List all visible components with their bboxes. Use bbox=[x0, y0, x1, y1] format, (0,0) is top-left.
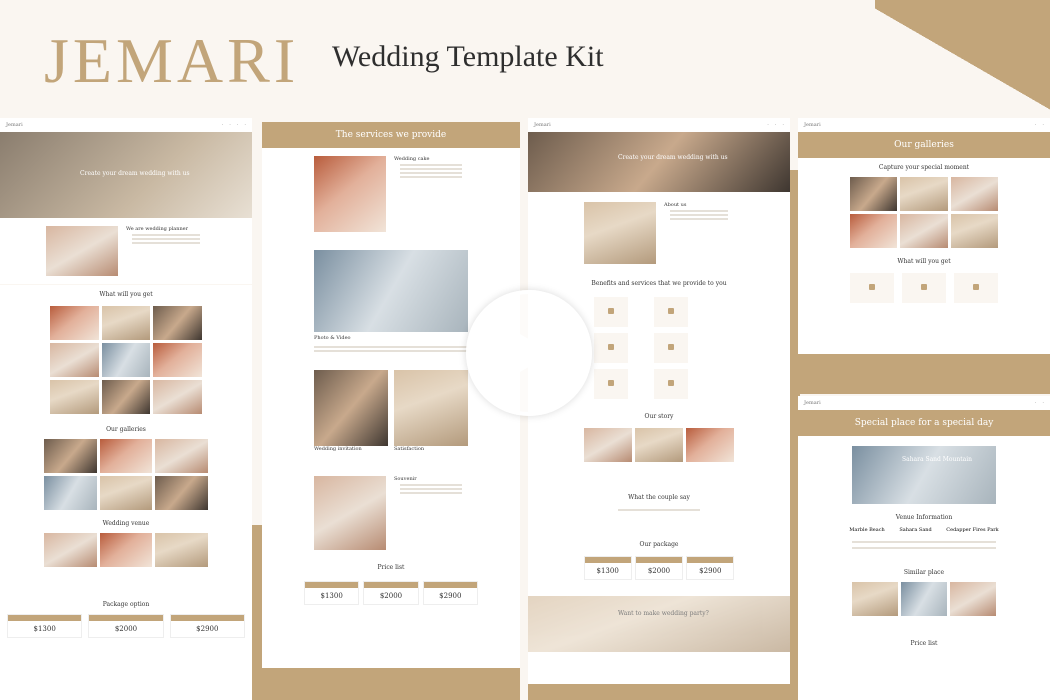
services-banner: The services we provide bbox=[262, 122, 520, 148]
hero-image: Create your dream wedding with us bbox=[528, 132, 790, 192]
price-title: Price list bbox=[910, 640, 938, 647]
service-item: Wedding invitation bbox=[314, 446, 362, 452]
price-card[interactable]: $2900 bbox=[686, 556, 735, 580]
price-card[interactable]: $2000 bbox=[88, 614, 164, 638]
benefits-title: Benefits and services that we provide to… bbox=[591, 280, 727, 287]
navbar: Jemari · · bbox=[804, 400, 1044, 406]
price-card[interactable]: $1300 bbox=[7, 614, 83, 638]
footer bbox=[798, 354, 1050, 394]
preview-home[interactable]: Jemari · · · · Create your dream wedding wi… bbox=[0, 118, 252, 700]
price-card[interactable]: $2000 bbox=[634, 556, 684, 580]
hero-title: Create your dream wedding with us bbox=[80, 170, 190, 177]
navbar: Jemari · · · bbox=[534, 122, 784, 128]
similar-title: Similar place bbox=[903, 569, 945, 576]
gallery-banner: Our galleries bbox=[798, 132, 1050, 158]
tagline: Wedding Template Kit bbox=[332, 40, 604, 73]
preview-services[interactable]: The services we provide Wedding cake Pho… bbox=[262, 122, 520, 670]
capture-title: Capture your special moment bbox=[878, 164, 970, 171]
beach-image bbox=[314, 250, 468, 332]
service-item: Wedding cake bbox=[394, 156, 430, 162]
price-title: Price list bbox=[377, 564, 405, 571]
nav-logo: Jemari bbox=[6, 122, 23, 128]
souvenir-image bbox=[314, 476, 386, 550]
price-card[interactable]: $2000 bbox=[363, 581, 419, 605]
about-title: We are wedding planner bbox=[126, 226, 189, 232]
price-card[interactable]: $1300 bbox=[583, 556, 632, 580]
couple-title: What the couple say bbox=[628, 494, 690, 501]
brand-logo: JEMARI bbox=[44, 25, 300, 96]
navbar: Jemari · · bbox=[804, 122, 1044, 128]
footer bbox=[262, 668, 520, 700]
gallery-title: Our galleries bbox=[106, 426, 146, 433]
venue-image: Sahara Sand Mountain bbox=[852, 446, 996, 504]
venue-banner: Special place for a special day bbox=[798, 410, 1050, 436]
package-title: Our package bbox=[639, 541, 679, 548]
package-title: Package option bbox=[102, 601, 150, 608]
corner-accent bbox=[875, 0, 1050, 118]
preview-gallery[interactable]: Jemari · · Our galleries Capture your spec… bbox=[798, 118, 1050, 354]
service-item: Souvenir bbox=[394, 476, 417, 482]
venue-info-title: Venue Information bbox=[895, 514, 953, 521]
navbar: Jemari · · · · bbox=[6, 122, 246, 128]
play-icon bbox=[518, 333, 554, 373]
service-item: Satisfaction bbox=[394, 446, 425, 452]
flowers-image bbox=[46, 226, 118, 276]
price-card[interactable]: $2900 bbox=[169, 614, 245, 638]
venue-title: Wedding venue bbox=[102, 520, 150, 527]
price-card[interactable]: $2900 bbox=[422, 581, 479, 605]
cake-image bbox=[314, 156, 386, 232]
preview-venue[interactable]: Jemari · · Special place for a special day… bbox=[798, 396, 1050, 700]
story-title: Our story bbox=[644, 413, 674, 420]
footer bbox=[528, 684, 790, 700]
preview-about[interactable]: Jemari · · · Create your dream wedding with… bbox=[528, 118, 790, 700]
price-card[interactable]: $1300 bbox=[303, 581, 360, 605]
what-title: What will you get bbox=[897, 258, 951, 265]
about-title: About us bbox=[664, 202, 687, 208]
gold-strip bbox=[252, 525, 262, 700]
hero-image: Create your dream wedding with us bbox=[0, 132, 252, 218]
cta-banner: Want to make wedding party? bbox=[528, 596, 790, 652]
what-title: What will you get bbox=[99, 291, 153, 298]
play-button[interactable] bbox=[466, 290, 592, 416]
